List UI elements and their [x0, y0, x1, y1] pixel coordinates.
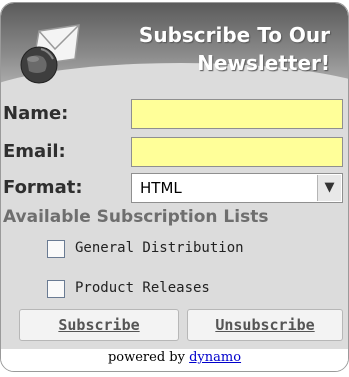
- checkbox-product-releases[interactable]: [47, 280, 65, 298]
- form-body: Name: Email: Format: HTML ▼ Available Su…: [1, 95, 348, 371]
- title-line-2: Newsletter!: [197, 51, 330, 75]
- unsubscribe-button[interactable]: Unsubscribe: [187, 309, 343, 341]
- chevron-down-icon[interactable]: ▼: [317, 175, 341, 201]
- header: Subscribe To Our Newsletter!: [1, 3, 348, 143]
- subscribe-button[interactable]: Subscribe: [19, 309, 179, 341]
- format-row: Format: HTML ▼: [1, 171, 348, 207]
- dynamo-link[interactable]: dynamo: [189, 350, 241, 365]
- name-field[interactable]: [131, 99, 343, 129]
- subscription-lists-heading: Available Subscription Lists: [3, 207, 269, 227]
- email-field[interactable]: [131, 137, 343, 167]
- email-row: Email:: [1, 135, 348, 171]
- newsletter-title: Subscribe To Our Newsletter!: [110, 21, 330, 77]
- title-line-1: Subscribe To Our: [138, 23, 330, 47]
- checkbox-label: General Distribution: [75, 240, 244, 256]
- powered-by-footer: powered by dynamo: [1, 349, 348, 371]
- name-label: Name:: [3, 103, 69, 124]
- newsletter-widget: Subscribe To Our Newsletter! Name: Email…: [0, 2, 349, 372]
- format-label: Format:: [3, 177, 83, 198]
- checkbox-label: Product Releases: [75, 280, 210, 296]
- powered-by-text: powered by: [107, 350, 185, 365]
- checkbox-general-distribution[interactable]: [47, 240, 65, 258]
- name-row: Name:: [1, 97, 348, 133]
- email-label: Email:: [3, 141, 66, 162]
- globe-envelope-icon: [20, 24, 80, 84]
- format-select[interactable]: HTML ▼: [131, 173, 343, 203]
- format-selected-value: HTML: [140, 179, 182, 197]
